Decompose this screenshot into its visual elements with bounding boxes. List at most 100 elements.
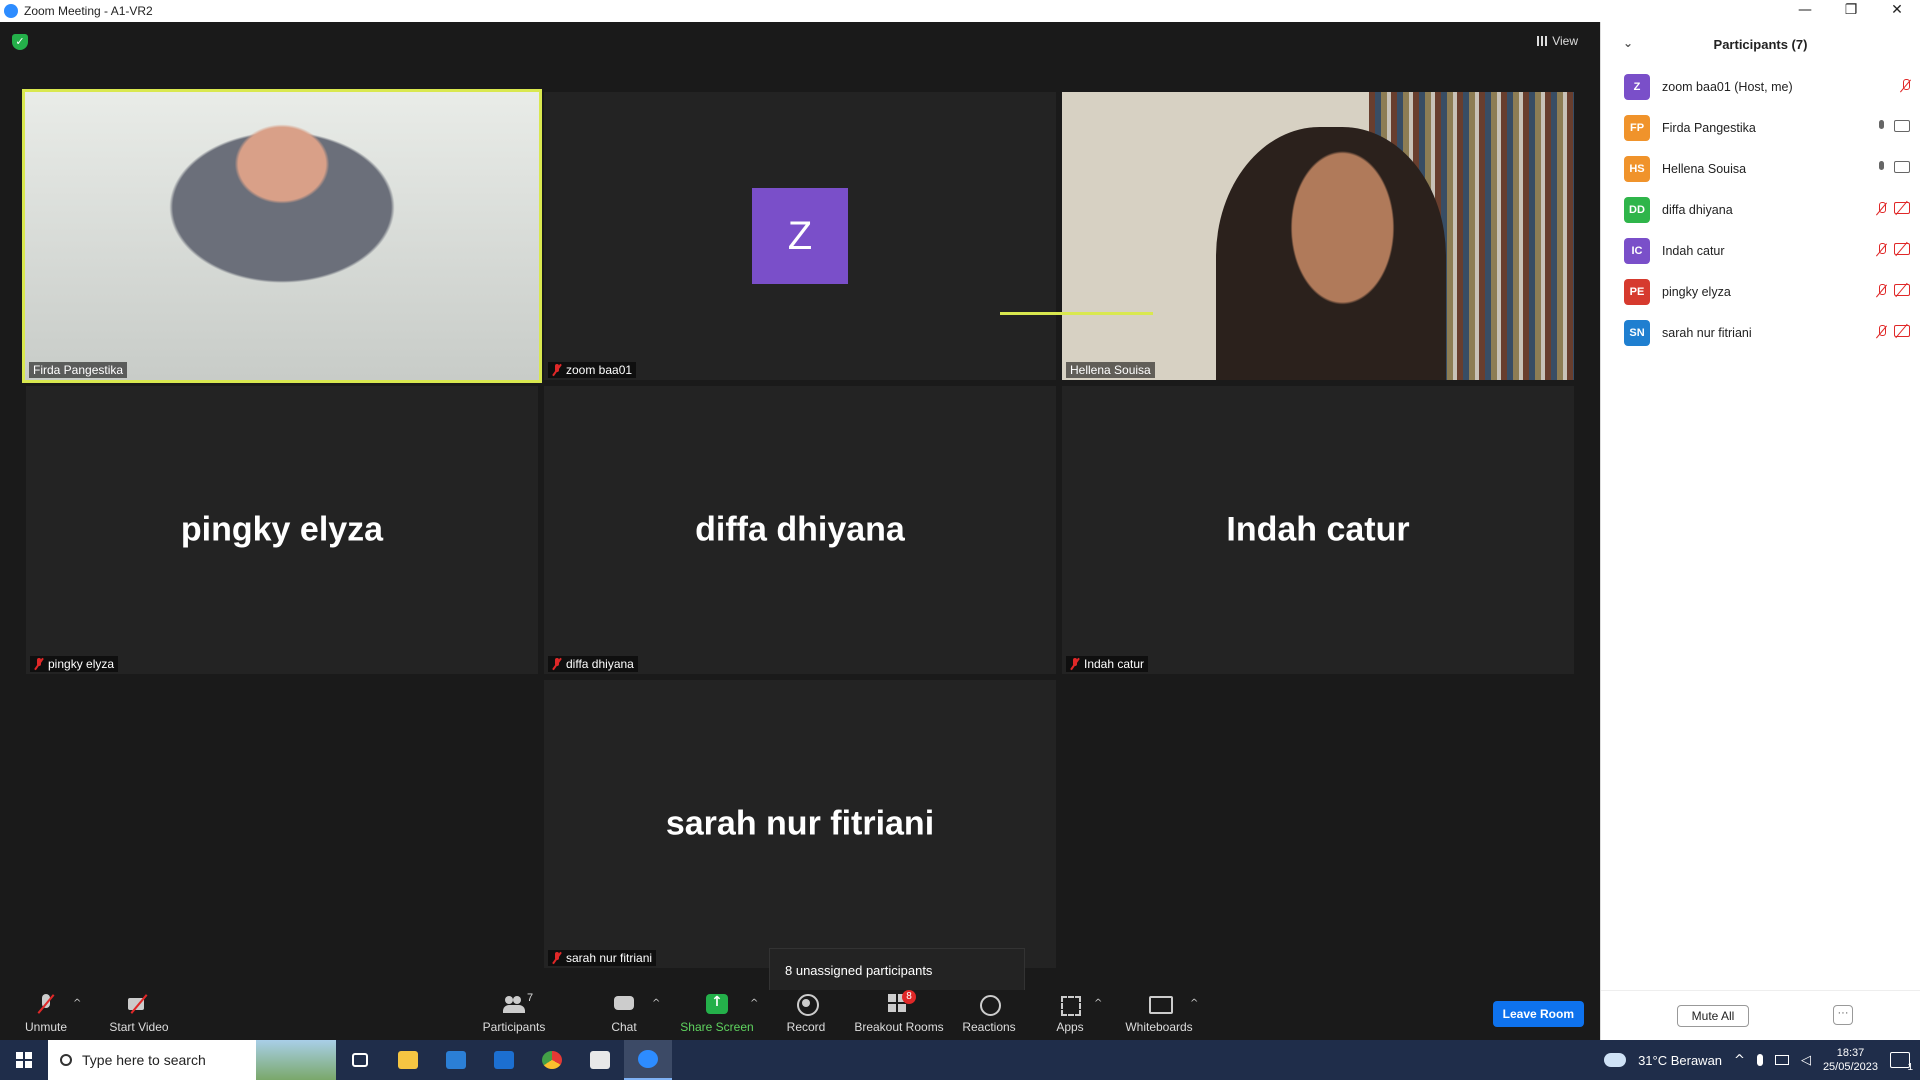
encryption-shield-icon[interactable]: ✓ (12, 34, 28, 50)
participant-row[interactable]: Zzoom baa01 (Host, me) (1601, 66, 1920, 107)
unassigned-participants-tooltip[interactable]: 8 unassigned participants (769, 948, 1025, 994)
participant-row[interactable]: PE pingky elyza (1601, 271, 1920, 312)
chat-button[interactable]: Chat (608, 990, 640, 1040)
reactions-button[interactable]: Reactions (962, 990, 1016, 1040)
whiteboards-options-caret[interactable]: ^ (1190, 998, 1198, 1009)
task-view-icon (352, 1053, 368, 1067)
show-hidden-icons-icon[interactable]: ^ (1734, 1053, 1745, 1068)
share-options-caret[interactable]: ^ (750, 998, 758, 1009)
store-button[interactable] (432, 1040, 480, 1080)
weather-text[interactable]: 31°C Berawan (1638, 1053, 1722, 1068)
camera-off-icon[interactable] (1894, 284, 1910, 296)
participant-row[interactable]: IC Indah catur (1601, 230, 1920, 271)
participants-button[interactable]: 7 Participants (480, 990, 548, 1040)
leave-room-button[interactable]: Leave Room (1492, 1001, 1584, 1027)
meeting-toolbar: Unmute ^ Start Video 7 Participants Chat… (0, 990, 1600, 1040)
participant-name: diffa dhiyana (1662, 202, 1733, 217)
mic-muted-icon[interactable] (1876, 284, 1886, 298)
mute-all-button[interactable]: Mute All (1677, 1005, 1749, 1027)
chrome-button[interactable] (528, 1040, 576, 1080)
video-tile-zoom-baa01[interactable]: Z zoom baa01 (544, 92, 1056, 380)
folder-icon (398, 1051, 418, 1069)
participant-row[interactable]: HS Hellena Souisa (1601, 148, 1920, 189)
volume-icon[interactable]: ◁ (1801, 1053, 1811, 1068)
breakout-badge: 8 (902, 990, 916, 1004)
start-button[interactable] (0, 1040, 48, 1080)
mic-muted-icon[interactable] (1876, 243, 1886, 257)
participant-row[interactable]: FP Firda Pangestika (1601, 107, 1920, 148)
view-label: View (1552, 34, 1578, 48)
apps-button[interactable]: Apps (1054, 990, 1086, 1040)
participant-image (1215, 126, 1446, 380)
participant-name: Firda Pangestika (1662, 120, 1756, 135)
audio-options-caret[interactable]: ^ (73, 998, 81, 1009)
mic-on-icon[interactable] (1876, 161, 1886, 175)
camera-off-icon[interactable] (1894, 325, 1910, 337)
mail-icon (494, 1051, 514, 1069)
microphone-icon[interactable] (1756, 1054, 1763, 1066)
mic-muted-icon[interactable] (1876, 202, 1886, 216)
start-video-button[interactable]: Start Video (104, 990, 174, 1040)
zoom-taskbar-button[interactable] (624, 1040, 672, 1080)
more-options-button[interactable]: ··· (1833, 1005, 1853, 1025)
participant-status-icons (1876, 202, 1910, 216)
document-app-button[interactable] (576, 1040, 624, 1080)
chevron-down-icon[interactable]: ⌄ (1623, 36, 1633, 50)
video-tile-indah[interactable]: Indah catur Indah catur (1062, 386, 1574, 674)
record-icon (795, 994, 819, 1016)
apps-icon (1059, 994, 1081, 1016)
weather-icon[interactable] (1604, 1053, 1627, 1067)
search-placeholder: Type here to search (82, 1052, 206, 1068)
participants-panel: ⌄ Participants (7) Zzoom baa01 (Host, me… (1600, 22, 1920, 1040)
participant-video (25, 92, 539, 380)
avatar: SN (1624, 319, 1650, 346)
participant-name: sarah nur fitriani (1662, 325, 1752, 340)
record-button[interactable]: Record (784, 990, 828, 1040)
participant-row[interactable]: SN sarah nur fitriani (1601, 312, 1920, 353)
apps-options-caret[interactable]: ^ (1094, 998, 1102, 1009)
participant-name-tag: diffa dhiyana (548, 656, 638, 672)
notification-count: 1 (1907, 1062, 1913, 1073)
record-label: Record (786, 1020, 826, 1034)
chat-options-caret[interactable]: ^ (652, 998, 660, 1009)
document-icon (590, 1051, 610, 1069)
file-explorer-button[interactable] (384, 1040, 432, 1080)
view-button[interactable]: View (1529, 30, 1586, 52)
close-button[interactable]: ✕ (1874, 0, 1920, 22)
mail-button[interactable] (480, 1040, 528, 1080)
mic-muted-icon (35, 994, 57, 1014)
whiteboard-icon (1148, 994, 1173, 1014)
video-tile-pingky[interactable]: pingky elyza pingky elyza (26, 386, 538, 674)
breakout-rooms-button[interactable]: 8 Breakout Rooms (854, 990, 944, 1040)
minimize-button[interactable]: — (1782, 0, 1828, 22)
task-view-button[interactable] (336, 1040, 384, 1080)
video-tile-sarah[interactable]: sarah nur fitriani sarah nur fitriani (544, 680, 1056, 968)
camera-off-icon[interactable] (1894, 202, 1910, 214)
notification-center-icon[interactable]: 1 (1890, 1052, 1913, 1073)
mic-muted-icon[interactable] (1876, 325, 1886, 339)
video-tile-hellena[interactable]: Hellena Souisa (1062, 92, 1574, 380)
participant-name-tag: Firda Pangestika (29, 362, 128, 378)
camera-on-icon[interactable] (1894, 120, 1910, 132)
participant-row[interactable]: DD diffa dhiyana (1601, 189, 1920, 230)
zoom-logo-icon (4, 4, 18, 18)
participant-name: zoom baa01 (566, 363, 633, 377)
participant-name-tag: pingky elyza (30, 656, 119, 672)
mic-on-icon[interactable] (1876, 120, 1886, 134)
camera-on-icon[interactable] (1894, 161, 1910, 173)
camera-off-icon[interactable] (1894, 243, 1910, 255)
whiteboards-button[interactable]: Whiteboards (1124, 990, 1194, 1040)
share-screen-button[interactable]: Share Screen (680, 990, 754, 1040)
restore-button[interactable]: ❐ (1828, 0, 1874, 22)
search-highlight-image (256, 1040, 336, 1080)
network-icon[interactable] (1774, 1055, 1789, 1065)
mic-muted-icon[interactable] (1900, 79, 1910, 93)
video-tile-firda[interactable]: Firda Pangestika (22, 89, 542, 383)
clock[interactable]: 18:37 25/05/2023 (1823, 1046, 1878, 1074)
unmute-button[interactable]: Unmute (22, 990, 70, 1040)
participant-status-icons (1900, 79, 1910, 93)
active-speaker-indicator (1000, 312, 1153, 315)
taskbar-search[interactable]: Type here to search (48, 1040, 336, 1080)
video-tile-diffa[interactable]: diffa dhiyana diffa dhiyana (544, 386, 1056, 674)
participant-name: Indah catur (1662, 243, 1725, 258)
